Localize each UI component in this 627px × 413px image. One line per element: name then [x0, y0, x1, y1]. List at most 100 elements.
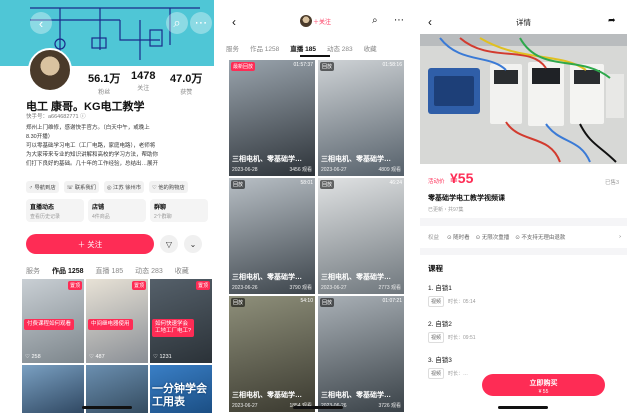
- home-indicator: [82, 406, 132, 409]
- back-button[interactable]: ‹: [232, 15, 236, 29]
- home-indicator: [498, 406, 548, 409]
- replay-title: 三相电机、零基础学…: [321, 274, 391, 281]
- lesson-item[interactable]: 3. 自锁3 视频 时长：…: [428, 354, 468, 379]
- live-panel: ‹ ＋关注 ⌕ ⋯ 服务 作品 1258 直播 185 动态 283 收藏 最新…: [220, 0, 416, 413]
- search-button[interactable]: ⌕: [372, 15, 378, 26]
- mini-follow-button[interactable]: ＋关注: [313, 17, 331, 26]
- lesson-item[interactable]: 2. 自锁2 视频 时长：09:51: [428, 318, 476, 343]
- card-shop[interactable]: 店铺 4件商品: [88, 199, 146, 222]
- work-thumb[interactable]: [22, 365, 84, 413]
- replay-thumb[interactable]: 回放 01:07:21 三相电机、零基础学… 2023-06-26 3726 观…: [318, 296, 404, 412]
- works-grid: 置顶 付费课程如何观看 ♡ 258 置顶 中间继电器使用 ♡ 487 置顶 如何…: [22, 279, 212, 413]
- buy-label: 立即购买: [529, 380, 558, 387]
- replay-tag: 最新回放: [231, 62, 256, 71]
- stat-likes[interactable]: 47.0万 获赞: [170, 70, 202, 96]
- replay-duration: 01:58:16: [382, 62, 402, 68]
- stat-following[interactable]: 1478 关注: [131, 70, 155, 92]
- bio-line: 8.30开播）: [26, 134, 54, 140]
- stat-label: 获赞: [180, 90, 193, 96]
- profile-bio[interactable]: 郑州上门维修，感谢快手官方。（白天中午，或晚上 8.30开播） 可以零基础学习电…: [26, 124, 206, 169]
- work-thumb[interactable]: 置顶 付费课程如何观看 ♡ 258: [22, 279, 84, 363]
- tab-favorites[interactable]: 收藏: [175, 266, 189, 276]
- product-title: 零基础学电工教学视频课: [428, 195, 505, 202]
- replay-tag: 回放: [231, 180, 246, 189]
- tab-moments[interactable]: 动态 283: [135, 266, 163, 276]
- buy-now-button[interactable]: 立即购买 ¥ 55: [482, 374, 605, 396]
- stat-label: 关注: [137, 86, 150, 92]
- product-subtitle: 已更新・共97集: [428, 207, 464, 213]
- tab-service[interactable]: 服务: [26, 266, 40, 276]
- mini-avatar[interactable]: [300, 15, 312, 27]
- stat-fans[interactable]: 56.1万 粉丝: [88, 70, 120, 96]
- replay-thumb[interactable]: 回放 58:01 三相电机、零基础学… 2023-06-26 3790 观看: [229, 178, 315, 294]
- back-button[interactable]: ‹: [30, 12, 52, 34]
- price-section: 活动价 ¥55 已售3 零基础学电工教学视频课 已更新・共97集: [420, 164, 627, 218]
- thumb-caption: 中间继电器使用: [88, 319, 133, 330]
- lesson-duration: 时长：05:14: [448, 299, 476, 305]
- tab-live[interactable]: 直播 185: [290, 43, 316, 53]
- lesson-item[interactable]: 1. 自锁1 视频 时长：05:14: [428, 282, 476, 307]
- more-button[interactable]: ⋯: [394, 15, 404, 26]
- follow-button[interactable]: ＋ 关注: [26, 234, 154, 254]
- stat-label: 粉丝: [98, 90, 111, 96]
- thumb-caption: 如何快速学会 工地工厂电工?: [152, 319, 195, 337]
- card-title: 群聊: [154, 205, 167, 211]
- share-button[interactable]: ▽: [160, 235, 178, 253]
- work-thumb[interactable]: 一分钟学会 工用表: [150, 365, 212, 413]
- lesson-title: 2. 自锁2: [428, 321, 452, 328]
- thumb-big-caption: 一分钟学会 工用表: [152, 383, 207, 408]
- tag-shop[interactable]: ♡ 他的购物店: [149, 181, 188, 193]
- replay-thumb[interactable]: 最新回放 01:57:37 三相电机、零基础学… 2023-06-28 3456…: [229, 60, 315, 176]
- profile-tabs: 服务 作品 1258 直播 185 动态 283 收藏: [26, 266, 189, 276]
- tab-live[interactable]: 直播 185: [96, 266, 124, 276]
- replay-views: 2773 观看: [378, 285, 401, 291]
- replay-date: 2023-06-26: [232, 285, 258, 291]
- tab-service[interactable]: 服务: [226, 43, 239, 53]
- bio-line: 郑州上门维修，感谢快手官方。（白天中午，或晚上: [26, 125, 150, 131]
- send-icon: ▽: [165, 239, 173, 249]
- thumb-likes: ♡ 487: [89, 354, 105, 360]
- replay-thumb[interactable]: 回放 01:58:16 三相电机、零基础学… 2023-06-27 4809 观…: [318, 60, 404, 176]
- replay-views: 3790 观看: [289, 285, 312, 291]
- replay-thumb[interactable]: 回放 54:10 三相电机、零基础学… 2023-06-27 1854 观看: [229, 296, 315, 412]
- card-group-chat[interactable]: 群聊 2个群聊: [150, 199, 208, 222]
- replay-title: 三相电机、零基础学…: [232, 274, 302, 281]
- replay-thumb[interactable]: 回放 46:24 三相电机、零基础学… 2023-06-27 2773 观看: [318, 178, 404, 294]
- product-hero-image[interactable]: [420, 34, 627, 164]
- bio-line: 可以零基础学习电工（工厂电路，家庭电路），老师将: [26, 143, 156, 149]
- replay-date: 2023-06-27: [321, 167, 347, 173]
- profile-cards: 直播动态 查看历史记录 店铺 4件商品 群聊 2个群聊: [26, 199, 208, 222]
- avatar[interactable]: [28, 48, 72, 92]
- pinned-badge: 置顶: [131, 281, 146, 290]
- stat-number: 56.1万: [88, 73, 121, 85]
- tab-works[interactable]: 作品 1258: [52, 266, 84, 276]
- work-thumb[interactable]: 置顶 如何快速学会 工地工厂电工? ♡ 1231: [150, 279, 212, 363]
- profile-panel: ‹ ⌕ ⋯ 56.1万 粉丝 1478 关注 47.0万 获赞 电工 康哥。KG…: [0, 0, 214, 413]
- tag-contact[interactable]: ☏ 联系我们: [63, 181, 99, 193]
- more-icon: ⋯: [394, 15, 404, 26]
- work-thumb[interactable]: 置顶 中间继电器使用 ♡ 487: [86, 279, 148, 363]
- tab-works[interactable]: 作品 1258: [250, 43, 279, 53]
- page-title: 详情: [516, 18, 531, 27]
- card-live-feed[interactable]: 直播动态 查看历史记录: [26, 199, 84, 222]
- more-button[interactable]: ⋯: [190, 12, 212, 34]
- replay-duration: 46:24: [389, 180, 402, 186]
- rights-row[interactable]: 权益 ⊙ 随时看 ⊙ 无限次重播 ⊙ 不支持无理由退款 ›: [420, 226, 627, 248]
- lesson-title: 1. 自锁1: [428, 285, 452, 292]
- replay-title: 三相电机、零基础学…: [321, 392, 391, 399]
- search-button[interactable]: ⌕: [166, 12, 188, 34]
- expand-button[interactable]: ⌄: [184, 235, 202, 253]
- replay-tag: 回放: [320, 62, 335, 71]
- detail-nav: ‹ 详情 ➦: [420, 0, 627, 34]
- profile-uid[interactable]: 快手号：a664682771 ⓘ: [26, 112, 86, 120]
- tab-moments[interactable]: 动态 283: [327, 43, 353, 53]
- tag-location[interactable]: ◎ 江苏 徐州市: [103, 181, 144, 193]
- tag-navigate[interactable]: ♂ 导航到店: [26, 181, 59, 193]
- replay-date: 2023-06-28: [232, 167, 258, 173]
- buy-price: ¥ 55: [538, 389, 549, 395]
- replay-views: 3456 观看: [289, 167, 312, 173]
- price-tag: 活动价: [428, 179, 445, 185]
- tab-favorites[interactable]: 收藏: [364, 43, 377, 53]
- replay-duration: 01:07:21: [382, 298, 402, 304]
- share-button[interactable]: ➦: [608, 15, 616, 26]
